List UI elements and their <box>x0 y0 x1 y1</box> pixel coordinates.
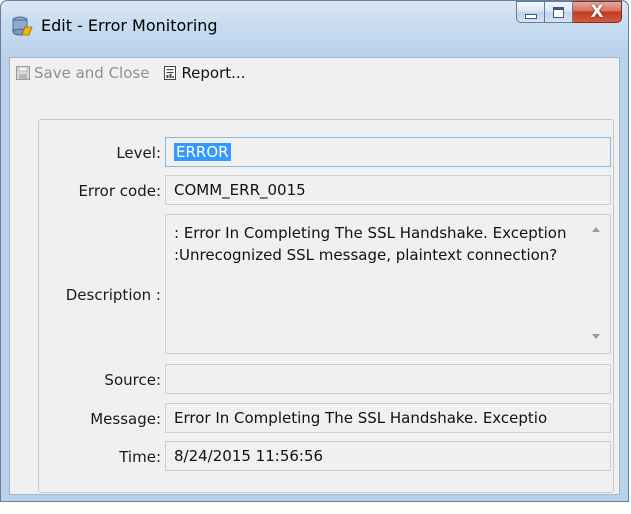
description-text: : Error In Completing The SSL Handshake.… <box>174 224 567 264</box>
title-bar[interactable]: Edit - Error Monitoring X <box>1 1 628 57</box>
maximize-button[interactable] <box>545 1 573 23</box>
level-field[interactable]: ERROR <box>165 137 611 167</box>
message-field[interactable]: Error In Completing The SSL Handshake. E… <box>165 403 611 433</box>
edit-window: Edit - Error Monitoring X Save and Close <box>0 0 629 502</box>
description-label: Description : <box>65 286 161 304</box>
window-title: Edit - Error Monitoring <box>41 16 218 35</box>
error-code-field[interactable]: COMM_ERR_0015 <box>165 175 611 205</box>
save-and-close-label: Save and Close <box>34 64 150 82</box>
maximize-icon <box>553 6 564 18</box>
time-field[interactable]: 8/24/2015 11:56:56 <box>165 441 611 471</box>
source-label: Source: <box>104 371 161 389</box>
caption-buttons: X <box>516 1 622 25</box>
scroll-up-icon[interactable] <box>592 227 600 232</box>
error-details-form: Level: ERROR Error code: COMM_ERR_0015 D… <box>38 119 614 493</box>
message-label: Message: <box>90 410 161 428</box>
toolbar: Save and Close Report... <box>10 58 619 88</box>
level-label: Level: <box>116 144 161 162</box>
description-field[interactable]: : Error In Completing The SSL Handshake.… <box>165 214 611 354</box>
client-area: Save and Close Report... Level: ERROR Er… <box>9 57 620 495</box>
close-button[interactable]: X <box>573 1 622 23</box>
error-code-label: Error code: <box>78 182 161 200</box>
time-label: Time: <box>119 448 161 466</box>
report-icon <box>164 66 177 80</box>
database-icon <box>12 16 33 36</box>
report-button[interactable]: Report... <box>163 64 245 82</box>
scroll-down-icon[interactable] <box>592 334 600 339</box>
source-field[interactable] <box>165 364 611 394</box>
minimize-icon <box>524 13 537 19</box>
report-label: Report... <box>181 64 246 82</box>
level-value: ERROR <box>174 143 231 161</box>
save-and-close-button[interactable]: Save and Close <box>16 64 149 82</box>
close-icon: X <box>590 1 604 22</box>
minimize-button[interactable] <box>516 1 545 23</box>
floppy-disk-icon <box>16 66 30 80</box>
